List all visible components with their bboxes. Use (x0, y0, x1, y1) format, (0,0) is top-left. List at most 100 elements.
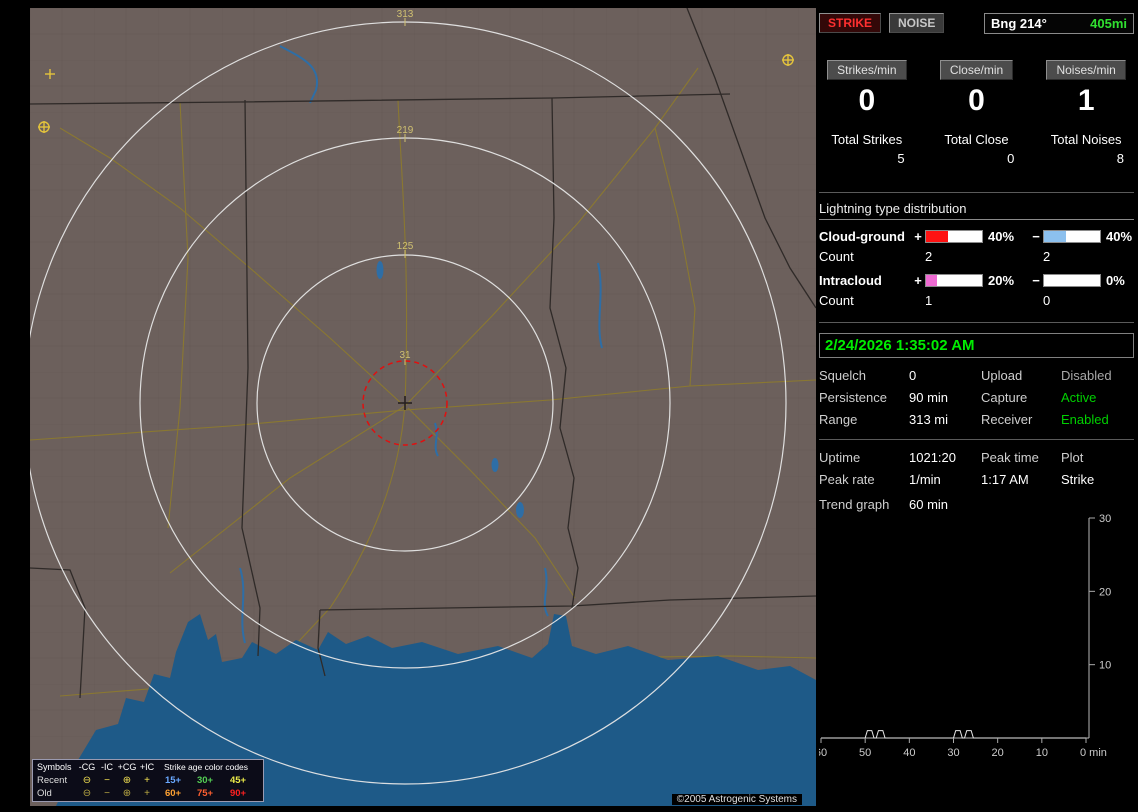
trend-graph: 60 50 40 30 20 10 0 min 30 20 10 (815, 513, 1134, 762)
ring-label-31: 31 (399, 350, 411, 361)
cloud-ground-label: Cloud-ground (819, 229, 905, 244)
ic-negative-bar (1043, 274, 1101, 287)
plot-value: Strike (1061, 472, 1095, 487)
upload-label: Upload (981, 368, 1023, 383)
range-label: Range (819, 412, 858, 427)
peak-time-value: 1:17 AM (981, 472, 1029, 487)
minus-sign: − (1032, 229, 1040, 244)
ic-negative-count: 0 (1043, 293, 1051, 308)
clock-readout: 2/24/2026 1:35:02 AM (819, 333, 1134, 358)
ring-label-219: 219 (397, 125, 414, 136)
noise-toggle-button[interactable]: NOISE (889, 13, 945, 33)
pos-ic-recent-icon: + (144, 775, 150, 786)
pos-ic-old-icon: + (144, 788, 150, 799)
upload-status: Disabled (1061, 368, 1112, 383)
total-strikes-label: Total Strikes (831, 132, 903, 147)
total-strikes-value: 5 (897, 151, 905, 166)
bearing-readout: Bng 214° 405mi (984, 12, 1134, 34)
ic-negative-pct: 0% (1106, 273, 1125, 288)
plus-sign: + (914, 273, 922, 288)
age-code-75: 75+ (196, 788, 214, 799)
neg-cg-old-icon: ⊖ (82, 788, 92, 799)
status-panel: STRIKE NOISE Bng 214° 405mi Strikes/min … (815, 12, 1134, 762)
close-per-min-chip: Close/min (939, 60, 1014, 80)
uptime-value: 1021:20 (909, 450, 956, 465)
legend-col-neg-cg: -CG (78, 762, 96, 772)
total-close-label: Total Close (944, 132, 1009, 147)
intracloud-label: Intracloud (819, 273, 882, 288)
legend-col-neg-ic: -IC (101, 762, 113, 772)
uptime-label: Uptime (819, 450, 861, 465)
neg-cg-recent-icon: ⊖ (82, 775, 92, 786)
cg-negative-pct: 40% (1106, 229, 1133, 244)
minus-sign: − (1032, 273, 1040, 288)
persistence-label: Persistence (819, 390, 887, 405)
neg-ic-recent-icon: − (104, 775, 110, 786)
age-code-30: 30+ (196, 775, 214, 786)
legend-col-pos-cg: +CG (117, 762, 137, 772)
ring-label-313: 313 (397, 9, 414, 20)
noises-per-min-value: 1 (1077, 84, 1095, 117)
total-noises-label: Total Noises (1050, 132, 1122, 147)
ic-positive-bar (925, 274, 983, 287)
divider (819, 439, 1134, 440)
range-value: 313 mi (909, 412, 949, 427)
ring-label-125: 125 (397, 241, 414, 252)
capture-status: Active (1061, 390, 1097, 405)
ic-positive-pct: 20% (988, 273, 1015, 288)
neg-ic-old-icon: − (104, 788, 110, 799)
trend-graph-plot: 60 50 40 30 20 10 0 min 30 20 10 (815, 513, 1111, 759)
total-close-value: 0 (1007, 151, 1015, 166)
noises-per-min-chip: Noises/min (1046, 60, 1126, 80)
svg-text:30: 30 (1099, 514, 1111, 525)
persistence-value: 90 min (909, 390, 949, 405)
distribution-title: Lightning type distribution (819, 201, 1134, 220)
map-canvas: 313 219 125 31 (30, 8, 816, 806)
cg-negative-bar (1043, 230, 1101, 243)
plus-sign: + (914, 229, 922, 244)
legend-symbols-header: Symbols (37, 762, 72, 772)
svg-text:0 min: 0 min (1080, 747, 1107, 759)
age-code-90: 90+ (229, 788, 247, 799)
map-area[interactable]: 313 219 125 31 Symbols -CG -IC +CG +IC S… (30, 8, 816, 806)
age-code-15: 15+ (164, 775, 182, 786)
ic-count-label: Count (819, 293, 854, 308)
divider (819, 192, 1134, 193)
map-legend: Symbols -CG -IC +CG +IC Strike age color… (32, 759, 264, 802)
trend-graph-label: Trend graph (819, 497, 890, 512)
svg-text:40: 40 (903, 747, 915, 759)
cg-positive-pct: 40% (988, 229, 1015, 244)
peak-rate-value: 1/min (909, 472, 941, 487)
svg-text:10: 10 (1099, 660, 1111, 672)
divider (819, 322, 1134, 323)
strikes-per-min-chip: Strikes/min (827, 60, 907, 80)
svg-text:20: 20 (1099, 586, 1111, 598)
svg-text:10: 10 (1036, 747, 1048, 759)
plot-label: Plot (1061, 450, 1084, 465)
cg-positive-bar (925, 230, 983, 243)
squelch-label: Squelch (819, 368, 866, 383)
svg-text:30: 30 (947, 747, 959, 759)
legend-row-old-label: Old (37, 788, 52, 799)
copyright-text: ©2005 Astrogenic Systems (671, 794, 802, 805)
pos-cg-old-icon: ⊕ (122, 788, 132, 799)
legend-row-recent-label: Recent (37, 775, 68, 786)
bearing-value: Bng 214° (991, 15, 1047, 31)
legend-col-pos-ic: +IC (139, 762, 155, 772)
capture-label: Capture (981, 390, 1028, 405)
close-per-min-value: 0 (968, 84, 985, 117)
lightning-monitor-app: 313 219 125 31 Symbols -CG -IC +CG +IC S… (0, 0, 1138, 812)
legend-age-title: Strike age color codes (163, 762, 249, 772)
age-code-60: 60+ (164, 788, 182, 799)
age-code-45: 45+ (229, 775, 247, 786)
strikes-per-min-value: 0 (858, 84, 876, 117)
peak-rate-label: Peak rate (819, 472, 875, 487)
cg-positive-count: 2 (925, 249, 933, 264)
total-noises-value: 8 (1116, 151, 1124, 166)
strike-toggle-button[interactable]: STRIKE (819, 13, 882, 33)
svg-text:20: 20 (992, 747, 1004, 759)
squelch-value: 0 (909, 368, 917, 383)
svg-text:60: 60 (819, 747, 827, 759)
distance-value: 405mi (1090, 15, 1127, 31)
trend-window-value: 60 min (909, 497, 949, 512)
